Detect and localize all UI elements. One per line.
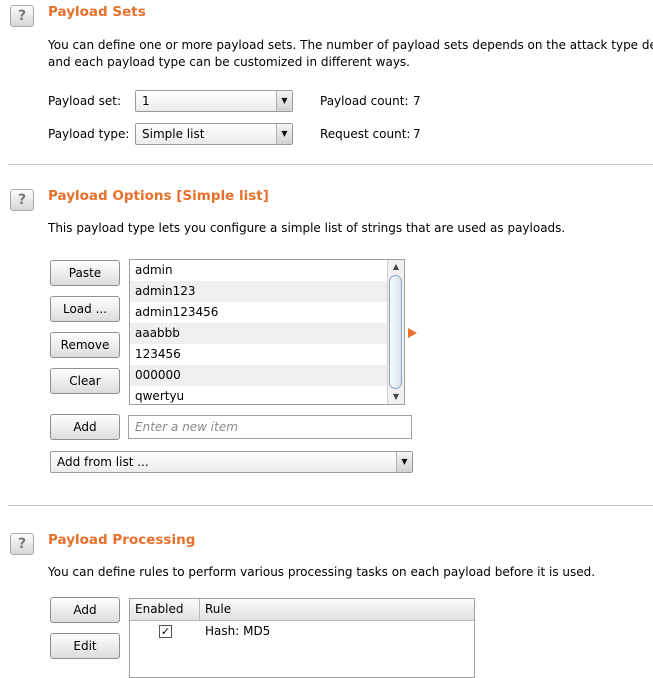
list-item[interactable]: admin123456 (130, 302, 404, 323)
rule-cell: Hash: MD5 (205, 624, 271, 638)
payload-processing-description: You can define rules to perform various … (48, 565, 596, 579)
list-item[interactable]: qwertyu (130, 386, 404, 404)
processing-rules-table[interactable]: Enabled Rule ✓ Hash: MD5 (129, 598, 475, 678)
request-count-value: 7 (413, 127, 421, 141)
payload-type-select[interactable]: Simple list ▼ (135, 123, 293, 145)
clear-button[interactable]: Clear (50, 368, 120, 394)
add-from-list-value: Add from list ... (57, 455, 149, 469)
vertical-scrollbar[interactable]: ▲ ▼ (387, 260, 404, 404)
paste-button[interactable]: Paste (50, 260, 120, 286)
new-item-field[interactable] (129, 416, 411, 438)
expand-arrow-icon[interactable] (408, 328, 417, 338)
help-icon[interactable]: ? (10, 533, 34, 555)
section-divider (8, 164, 653, 165)
list-item[interactable]: aaabbb (130, 323, 404, 344)
scroll-down-icon[interactable]: ▼ (388, 390, 404, 404)
payload-set-value: 1 (142, 94, 150, 108)
list-item[interactable]: 000000 (130, 365, 404, 386)
new-item-input[interactable] (128, 415, 412, 439)
add-item-button[interactable]: Add (50, 414, 120, 440)
help-icon[interactable]: ? (10, 189, 34, 211)
help-icon[interactable]: ? (10, 5, 34, 27)
payload-set-select[interactable]: 1 ▼ (135, 90, 293, 112)
payload-sets-description-line1: You can define one or more payload sets.… (48, 38, 653, 52)
payload-type-label: Payload type: (48, 127, 130, 141)
table-row[interactable]: ✓ Hash: MD5 (130, 621, 474, 642)
chevron-down-icon: ▼ (276, 124, 292, 144)
payload-count-value: 7 (413, 94, 421, 108)
payload-set-label: Payload set: (48, 94, 121, 108)
table-header: Enabled Rule (130, 599, 474, 621)
column-header-enabled[interactable]: Enabled (130, 599, 200, 620)
payload-count-label: Payload count: (320, 94, 409, 108)
list-item[interactable]: 123456 (130, 344, 404, 365)
scroll-thumb[interactable] (389, 275, 402, 389)
section-title-payload-processing: Payload Processing (48, 532, 196, 548)
section-title-payload-sets: Payload Sets (48, 4, 146, 20)
remove-button[interactable]: Remove (50, 332, 120, 358)
edit-rule-button[interactable]: Edit (50, 633, 120, 659)
section-title-payload-options: Payload Options [Simple list] (48, 188, 269, 204)
payload-list[interactable]: admin admin123 admin123456 aaabbb 123456… (129, 259, 405, 405)
list-item[interactable]: admin (130, 260, 404, 281)
payload-type-value: Simple list (142, 127, 205, 141)
scroll-up-icon[interactable]: ▲ (388, 260, 404, 274)
section-divider (8, 505, 653, 506)
load-button[interactable]: Load ... (50, 296, 120, 322)
list-item[interactable]: admin123 (130, 281, 404, 302)
chevron-down-icon: ▼ (276, 91, 292, 111)
add-rule-button[interactable]: Add (50, 597, 120, 623)
payload-options-description: This payload type lets you configure a s… (48, 221, 566, 235)
payload-sets-description-line2: and each payload type can be customized … (48, 55, 410, 69)
enabled-checkbox[interactable]: ✓ (159, 625, 172, 638)
add-from-list-select[interactable]: Add from list ... ▼ (50, 451, 413, 473)
request-count-label: Request count: (320, 127, 411, 141)
column-header-rule[interactable]: Rule (200, 599, 474, 620)
chevron-down-icon: ▼ (396, 452, 412, 472)
